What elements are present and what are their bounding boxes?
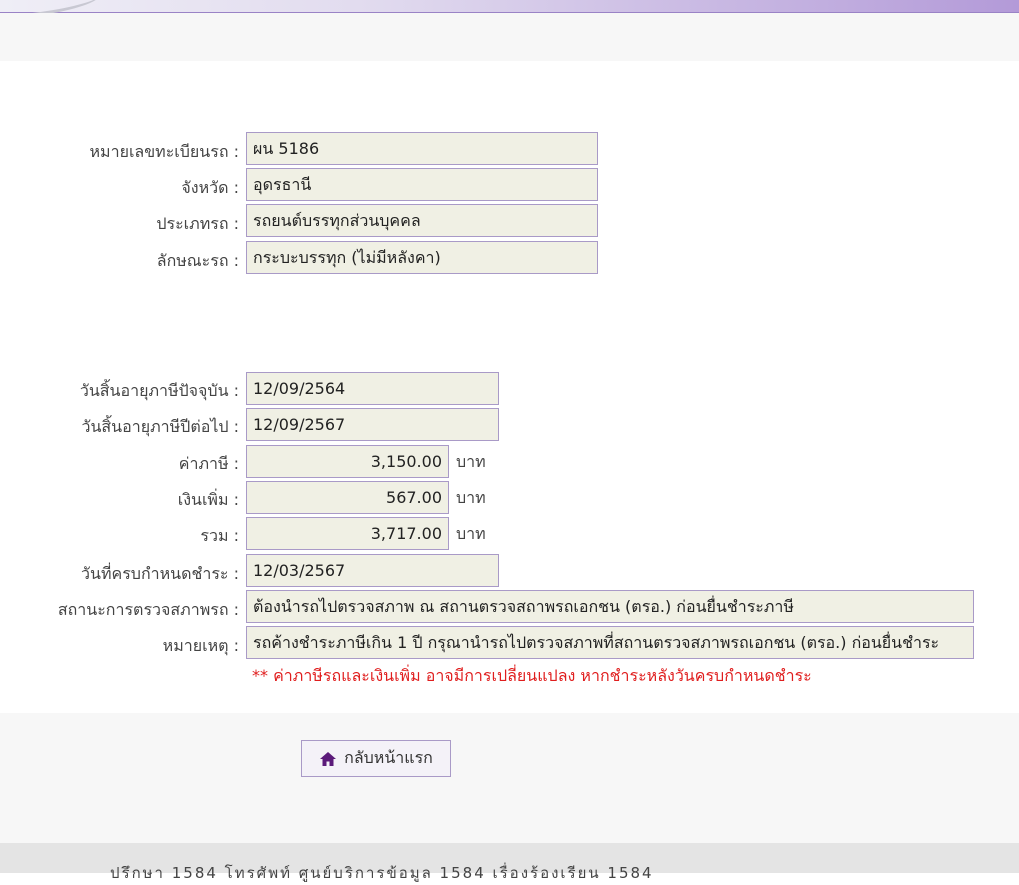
- remark-label: หมายเหตุ :: [162, 636, 239, 655]
- footer-text: ปรึกษา 1584 โทรศัพท์ ศูนย์บริการข้อมูล 1…: [110, 864, 654, 882]
- inspection-status-field[interactable]: ต้องนำรถไปตรวจสภาพ ณ สถานตรวจสถาพรถเอกชน…: [246, 590, 974, 623]
- action-band: [0, 713, 1019, 843]
- footer: ปรึกษา 1584 โทรศัพท์ ศูนย์บริการข้อมูล 1…: [0, 843, 1019, 882]
- header-banner: [0, 0, 1019, 24]
- surcharge-label: เงินเพิ่ม :: [177, 490, 239, 509]
- current-expiry-field[interactable]: 12/09/2564: [246, 372, 499, 405]
- vehicle-body-label: ลักษณะรถ :: [156, 251, 239, 270]
- inspection-status-label: สถานะการตรวจสภาพรถ :: [57, 600, 239, 619]
- next-expiry-label: วันสิ้นอายุภาษีปีต่อไป :: [81, 417, 239, 436]
- plate-label: หมายเลขทะเบียนรถ :: [89, 142, 240, 161]
- surcharge-field[interactable]: 567.00: [246, 481, 449, 514]
- vehicle-body-field[interactable]: กระบะบรรทุก (ไม่มีหลังคา): [246, 241, 598, 274]
- total-unit: บาท: [456, 524, 486, 543]
- plate-field[interactable]: ผน 5186: [246, 132, 598, 165]
- home-button-label: กลับหน้าแรก: [344, 748, 433, 767]
- due-date-field[interactable]: 12/03/2567: [246, 554, 499, 587]
- tax-amount-label: ค่าภาษี :: [178, 454, 239, 473]
- current-expiry-label: วันสิ้นอายุภาษีปัจจุบัน :: [79, 381, 239, 400]
- top-band: [0, 13, 1019, 61]
- vehicle-type-label: ประเภทรถ :: [156, 214, 239, 233]
- home-icon: [319, 751, 337, 767]
- surcharge-unit: บาท: [456, 488, 486, 507]
- tax-amount-unit: บาท: [456, 452, 486, 471]
- total-label: รวม :: [200, 526, 239, 545]
- total-field[interactable]: 3,717.00: [246, 517, 449, 550]
- province-field[interactable]: อุดรธานี: [246, 168, 598, 201]
- price-change-warning: ** ค่าภาษีรถและเงินเพิ่ม อาจมีการเปลี่ยน…: [252, 666, 812, 685]
- due-date-label: วันที่ครบกำหนดชำระ :: [81, 564, 239, 583]
- next-expiry-field[interactable]: 12/09/2567: [246, 408, 499, 441]
- province-label: จังหวัด :: [181, 178, 239, 197]
- vehicle-type-field[interactable]: รถยนต์บรรทุกส่วนบุคคล: [246, 204, 598, 237]
- tax-amount-field[interactable]: 3,150.00: [246, 445, 449, 478]
- remark-field[interactable]: รถค้างชำระภาษีเกิน 1 ปี กรุณานำรถไปตรวจส…: [246, 626, 974, 659]
- home-button[interactable]: กลับหน้าแรก: [301, 740, 451, 777]
